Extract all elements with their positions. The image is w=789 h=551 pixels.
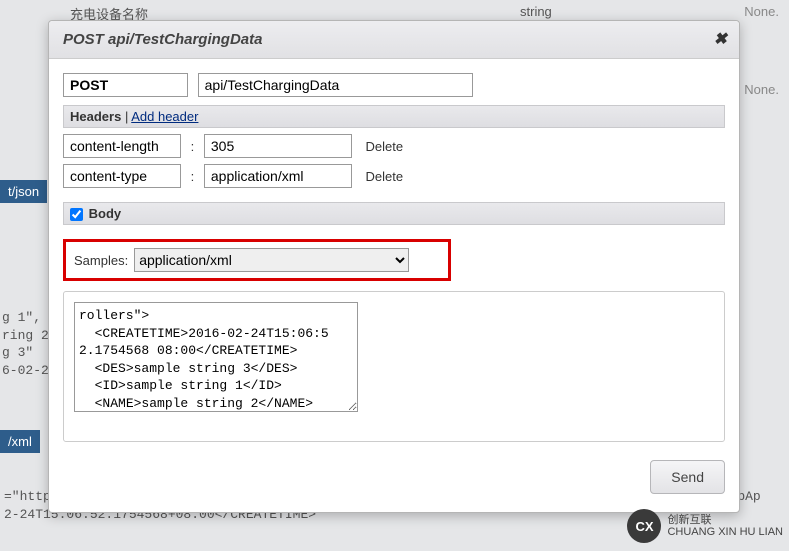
bg-none-1: None.	[744, 4, 779, 19]
dialog-body: Headers | Add header : Delete : Delete B…	[49, 59, 739, 512]
header-name-input[interactable]	[63, 134, 181, 158]
dialog-title-text: POST api/TestChargingData	[63, 31, 262, 48]
watermark: CX 创新互联 CHUANG XIN HU LIAN	[627, 509, 783, 543]
body-label: Body	[89, 206, 122, 221]
dialog-title-bar: POST api/TestChargingData ✖	[49, 21, 739, 59]
header-row-1: : Delete	[63, 164, 725, 188]
bg-col-type: string	[520, 4, 552, 19]
send-row: Send	[63, 460, 725, 494]
request-uri-input[interactable]	[198, 73, 473, 97]
samples-label: Samples:	[74, 253, 128, 268]
delete-header-link[interactable]: Delete	[366, 139, 404, 154]
body-section-bar: Body	[63, 202, 725, 225]
watermark-brand-en: CHUANG XIN HU LIAN	[667, 526, 783, 538]
request-line-row	[63, 73, 725, 97]
watermark-logo-icon: CX	[627, 509, 661, 543]
watermark-brand-cn: 创新互联	[667, 514, 783, 526]
send-button[interactable]: Send	[650, 460, 725, 494]
test-request-dialog: POST api/TestChargingData ✖ Headers | Ad…	[48, 20, 740, 513]
samples-select[interactable]: application/xml	[134, 248, 409, 272]
body-textarea[interactable]	[74, 302, 358, 412]
body-textarea-wrap	[63, 291, 725, 442]
bg-none-2: None.	[744, 82, 779, 97]
samples-row: Samples: application/xml	[63, 239, 451, 281]
header-colon: :	[185, 139, 201, 154]
http-method-input[interactable]	[63, 73, 188, 97]
header-colon: :	[185, 169, 201, 184]
close-icon[interactable]: ✖	[714, 29, 727, 49]
header-name-input[interactable]	[63, 164, 181, 188]
body-checkbox[interactable]	[70, 208, 83, 221]
headers-label: Headers	[70, 109, 121, 124]
bg-tab-json[interactable]: t/json	[0, 180, 47, 203]
headers-section-bar: Headers | Add header	[63, 105, 725, 128]
header-value-input[interactable]	[204, 134, 352, 158]
header-value-input[interactable]	[204, 164, 352, 188]
add-header-link[interactable]: Add header	[131, 109, 198, 124]
watermark-text: 创新互联 CHUANG XIN HU LIAN	[667, 514, 783, 538]
header-row-0: : Delete	[63, 134, 725, 158]
bg-tab-xml[interactable]: /xml	[0, 430, 40, 453]
delete-header-link[interactable]: Delete	[366, 169, 404, 184]
